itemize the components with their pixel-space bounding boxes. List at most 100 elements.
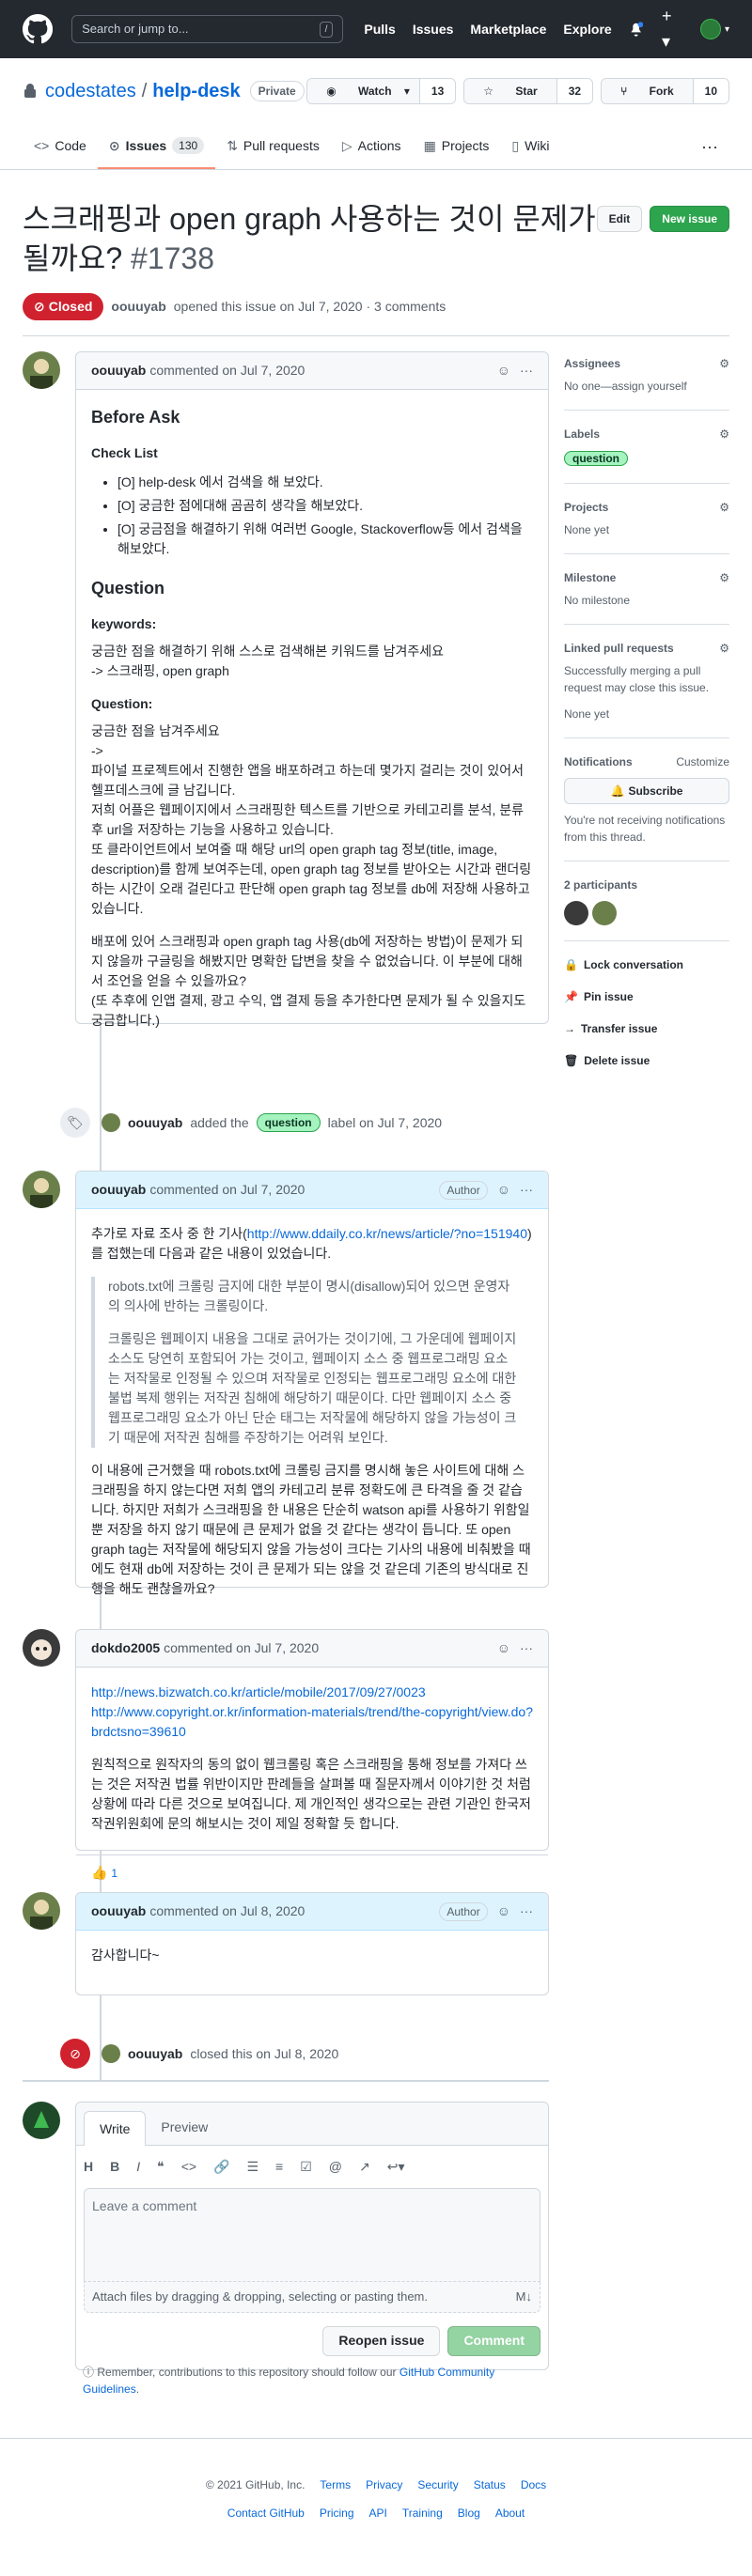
comment-author[interactable]: dokdo2005 [91, 1638, 160, 1658]
avatar[interactable] [564, 901, 588, 925]
nav-pulls[interactable]: Pulls [364, 20, 395, 39]
event-author[interactable]: oouuyab [128, 1113, 182, 1133]
footer-link-pricing[interactable]: Pricing [320, 2505, 354, 2522]
smiley-icon[interactable]: ☺ [497, 1901, 510, 1921]
footer-link-about[interactable]: About [495, 2505, 525, 2522]
watch-button[interactable]: ◉ Watch ▾ 13 [306, 78, 457, 104]
new-issue-button[interactable]: New issue [650, 206, 729, 232]
more-options-icon[interactable]: ··· [690, 124, 729, 169]
fork-button[interactable]: ⑂ Fork 10 [601, 78, 729, 104]
footer-link-training[interactable]: Training [402, 2505, 443, 2522]
customize-link[interactable]: Customize [676, 753, 729, 770]
avatar[interactable] [23, 351, 60, 389]
tab-write[interactable]: Write [84, 2111, 147, 2146]
kebab-icon[interactable]: ··· [520, 1180, 533, 1200]
tab-wiki[interactable]: ▯ Wiki [500, 124, 560, 169]
tab-projects[interactable]: ▦ Projects [413, 124, 501, 169]
ordered-list-icon[interactable]: ≡ [275, 2157, 283, 2177]
kebab-icon[interactable]: ··· [520, 361, 533, 380]
avatar[interactable] [592, 901, 617, 925]
lock-conversation-button[interactable]: 🔒 Lock conversation [564, 956, 729, 973]
comment-date[interactable]: commented on Jul 7, 2020 [149, 361, 305, 380]
mention-icon[interactable]: @ [329, 2157, 342, 2177]
unordered-list-icon[interactable]: ☰ [246, 2157, 258, 2177]
reply-icon[interactable]: ↩▾ [387, 2157, 405, 2177]
smiley-icon[interactable]: ☺ [497, 1180, 510, 1200]
avatar[interactable] [102, 1113, 120, 1132]
plus-dropdown-icon[interactable]: + ▾ [662, 4, 682, 54]
bell-icon[interactable] [629, 21, 644, 38]
reopen-issue-button[interactable]: Reopen issue [322, 2325, 441, 2356]
attach-files-area[interactable]: Attach files by dragging & dropping, sel… [84, 2282, 540, 2313]
assignees-text[interactable]: No one—assign yourself [564, 378, 729, 395]
gear-icon[interactable]: ⚙ [719, 569, 729, 586]
smiley-icon[interactable]: ☺ [497, 361, 510, 380]
footer-link-docs[interactable]: Docs [521, 2476, 546, 2493]
delete-issue-button[interactable]: 🗑 Delete issue [564, 1052, 729, 1069]
kebab-icon[interactable]: ··· [520, 1638, 533, 1658]
avatar[interactable] [102, 2044, 120, 2063]
footer-link-contact[interactable]: Contact GitHub [227, 2505, 305, 2522]
task-list-icon[interactable]: ☑ [300, 2157, 312, 2177]
avatar[interactable] [23, 1892, 60, 1930]
cross-reference-icon[interactable]: ↗ [359, 2157, 370, 2177]
comment-author[interactable]: oouuyab [91, 1901, 146, 1921]
subscribe-button[interactable]: 🔔 Subscribe [564, 778, 729, 804]
event-author[interactable]: oouuyab [128, 2044, 182, 2064]
avatar[interactable] [23, 1171, 60, 1208]
search-input[interactable]: Search or jump to... / [71, 15, 344, 43]
markdown-icon[interactable]: M↓ [516, 2288, 532, 2306]
watch-count[interactable]: 13 [418, 79, 456, 103]
thumbs-up-reaction[interactable]: 👍 1 [91, 1863, 118, 1883]
comment-date[interactable]: commented on Jul 8, 2020 [149, 1901, 305, 1921]
code-icon[interactable]: <> [181, 2157, 196, 2177]
github-logo-icon[interactable] [23, 13, 54, 45]
comment-date[interactable]: commented on Jul 7, 2020 [164, 1638, 319, 1658]
tab-code[interactable]: <> Code [23, 124, 98, 169]
article-link[interactable]: http://www.ddaily.co.kr/news/article/?no… [247, 1226, 527, 1241]
tab-issues[interactable]: ⊙ Issues 130 [97, 124, 216, 169]
kebab-icon[interactable]: ··· [520, 1901, 533, 1921]
fork-count[interactable]: 10 [692, 79, 728, 103]
tab-preview[interactable]: Preview [146, 2110, 223, 2145]
tab-actions[interactable]: ▷ Actions [331, 124, 413, 169]
comment-textarea[interactable]: Leave a comment [84, 2188, 540, 2282]
pin-issue-button[interactable]: 📌 Pin issue [564, 988, 729, 1005]
gear-icon[interactable]: ⚙ [719, 355, 729, 372]
gear-icon[interactable]: ⚙ [719, 640, 729, 657]
edit-button[interactable]: Edit [596, 206, 643, 232]
label-question[interactable]: question [256, 1113, 321, 1132]
footer-link-privacy[interactable]: Privacy [366, 2476, 402, 2493]
italic-icon[interactable]: I [136, 2157, 140, 2177]
footer-link-status[interactable]: Status [474, 2476, 506, 2493]
gear-icon[interactable]: ⚙ [719, 499, 729, 516]
bold-icon[interactable]: B [110, 2157, 119, 2177]
copyright-link[interactable]: http://www.copyright.or.kr/information-m… [91, 1704, 533, 1739]
footer-link-api[interactable]: API [369, 2505, 387, 2522]
nav-explore[interactable]: Explore [563, 20, 611, 39]
news-link[interactable]: http://news.bizwatch.co.kr/article/mobil… [91, 1684, 426, 1699]
nav-marketplace[interactable]: Marketplace [470, 20, 546, 39]
footer-link-security[interactable]: Security [417, 2476, 458, 2493]
tab-pull-requests[interactable]: ⇅ Pull requests [215, 124, 331, 169]
repo-name-link[interactable]: help-desk [152, 77, 240, 105]
repo-owner-link[interactable]: codestates [45, 77, 136, 105]
nav-issues[interactable]: Issues [413, 20, 454, 39]
user-avatar-dropdown[interactable]: ▾ [699, 19, 729, 39]
gear-icon[interactable]: ⚙ [719, 426, 729, 442]
heading-icon[interactable]: H [84, 2157, 93, 2177]
transfer-issue-button[interactable]: → Transfer issue [564, 1020, 729, 1037]
comment-date[interactable]: commented on Jul 7, 2020 [149, 1180, 305, 1200]
footer-link-blog[interactable]: Blog [458, 2505, 480, 2522]
comment-author[interactable]: oouuyab [91, 1180, 146, 1200]
link-icon[interactable]: 🔗 [213, 2157, 229, 2177]
issue-author-link[interactable]: oouuyab [111, 297, 165, 317]
footer-link-terms[interactable]: Terms [320, 2476, 351, 2493]
star-count[interactable]: 32 [556, 79, 593, 103]
label-question[interactable]: question [564, 451, 628, 466]
quote-icon[interactable]: ❝ [157, 2157, 164, 2177]
smiley-icon[interactable]: ☺ [497, 1638, 510, 1658]
comment-button[interactable]: Comment [447, 2325, 540, 2356]
star-button[interactable]: ☆ Star 32 [463, 78, 594, 104]
avatar[interactable] [23, 1629, 60, 1667]
